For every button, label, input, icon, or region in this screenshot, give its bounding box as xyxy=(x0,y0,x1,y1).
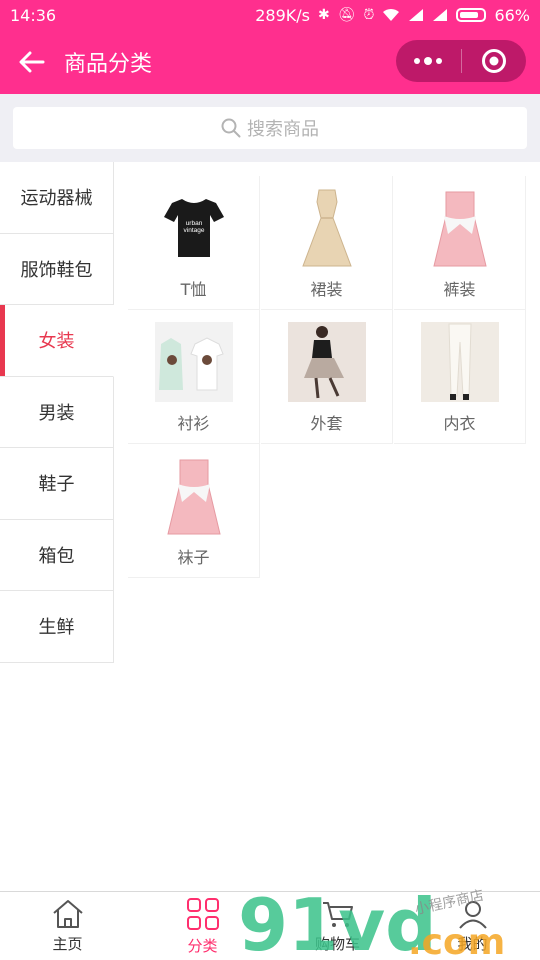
tab-home[interactable]: 主页 xyxy=(0,892,135,960)
product-label: 内衣 xyxy=(443,414,476,433)
category-item-fresh[interactable]: 生鲜 xyxy=(0,591,114,663)
category-item-bags[interactable]: 箱包 xyxy=(0,519,114,591)
product-label: 裙装 xyxy=(310,280,343,299)
product-image-white-pants xyxy=(420,322,499,402)
status-indicators: 289K/s ✱ 🔕︎ ⏰︎ 66% xyxy=(255,6,530,25)
product-label: 裤装 xyxy=(443,280,476,299)
alarm-icon: ⏰︎ xyxy=(363,7,375,23)
product-image-pink-dress xyxy=(421,188,499,268)
product-dresses[interactable]: 裙装 xyxy=(261,176,393,310)
product-coats[interactable]: 外套 xyxy=(261,310,393,444)
tab-cart[interactable]: 购物车 xyxy=(270,892,405,960)
tab-label: 购物车 xyxy=(314,934,360,953)
tab-label: 我的 xyxy=(457,934,488,953)
network-speed: 289K/s xyxy=(255,5,310,25)
category-item-womens[interactable]: 女装 xyxy=(0,305,114,377)
product-label: 袜子 xyxy=(177,548,210,567)
target-circle-icon[interactable] xyxy=(462,40,527,82)
cart-icon xyxy=(322,901,353,927)
signal-icon xyxy=(409,9,424,21)
category-list: 运动器械 服饰鞋包 女装 男装 鞋子 箱包 生鲜 xyxy=(0,162,114,663)
battery-level: 66% xyxy=(494,5,530,25)
home-icon xyxy=(52,899,83,928)
tab-label: 分类 xyxy=(187,936,218,955)
battery-icon xyxy=(456,8,487,22)
title-bar: 商品分类 xyxy=(0,30,540,94)
status-time: 14:36 xyxy=(10,5,57,25)
product-image-beige-dress xyxy=(288,188,366,268)
bluetooth-icon: ✱ xyxy=(318,7,330,23)
svg-text:vintage: vintage xyxy=(183,227,204,234)
tab-category[interactable]: 分类 xyxy=(135,892,270,960)
product-underwear[interactable]: 内衣 xyxy=(394,310,526,444)
page-title: 商品分类 xyxy=(64,52,153,77)
mute-bell-icon: 🔕︎ xyxy=(337,7,356,23)
product-tshirt[interactable]: urban vintage T恤 xyxy=(128,176,260,310)
category-item-sports[interactable]: 运动器械 xyxy=(0,162,114,234)
grid-icon xyxy=(186,897,219,930)
mini-program-capsule xyxy=(396,40,526,82)
product-shirts[interactable]: 衬衫 xyxy=(128,310,260,444)
wifi-icon xyxy=(383,8,400,21)
search-input[interactable]: 搜索商品 xyxy=(13,107,527,149)
product-image-woman-skirt-photo xyxy=(287,322,366,402)
search-placeholder: 搜索商品 xyxy=(247,119,319,140)
svg-text:urban: urban xyxy=(185,220,202,227)
product-image-black-tshirt: urban vintage xyxy=(155,188,233,268)
more-dots-icon[interactable] xyxy=(396,40,461,82)
tab-mine[interactable]: 我的 xyxy=(405,892,540,960)
category-item-apparel[interactable]: 服饰鞋包 xyxy=(0,233,114,305)
search-icon xyxy=(221,118,241,138)
search-area: 搜索商品 xyxy=(0,94,540,162)
user-icon xyxy=(458,900,487,929)
product-image-two-white-tees xyxy=(154,322,233,402)
tab-bar: 主页 分类 购物车 我的 xyxy=(0,891,540,960)
status-bar: 14:36 289K/s ✱ 🔕︎ ⏰︎ 66% xyxy=(0,0,540,30)
product-label: 外套 xyxy=(310,414,343,433)
category-item-mens[interactable]: 男装 xyxy=(0,376,114,448)
product-label: T恤 xyxy=(180,280,207,299)
signal-icon-2 xyxy=(433,9,448,21)
product-pants[interactable]: 裤装 xyxy=(394,176,526,310)
product-label: 衬衫 xyxy=(177,414,210,433)
product-socks[interactable]: 袜子 xyxy=(128,444,260,578)
tab-label: 主页 xyxy=(52,934,83,953)
product-image-pink-dress xyxy=(155,456,233,536)
category-item-shoes[interactable]: 鞋子 xyxy=(0,448,114,520)
arrow-left-icon[interactable] xyxy=(0,30,64,94)
